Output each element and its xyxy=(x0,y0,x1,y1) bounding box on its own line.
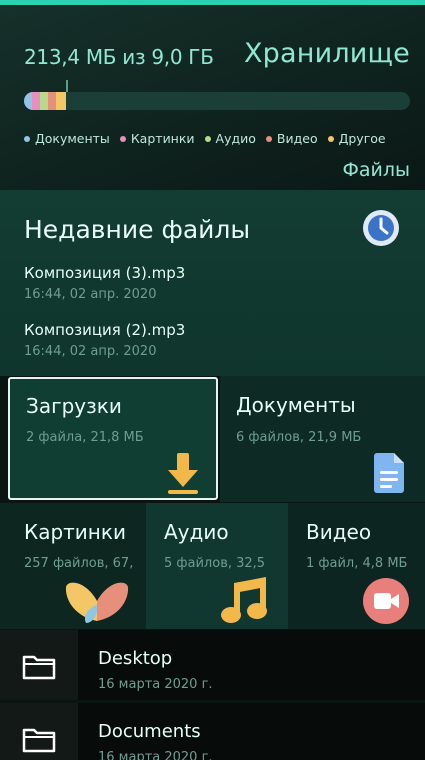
tile-subtitle: 2 файла, 21,8 МБ xyxy=(26,430,144,445)
usage-segment xyxy=(48,92,56,110)
tile-subtitle: 257 файлов, 67, xyxy=(24,556,134,571)
legend-dot xyxy=(327,135,334,142)
usage-segment xyxy=(40,92,48,110)
files-link[interactable]: Файлы xyxy=(343,159,411,181)
storage-legend: Документы Картинки Аудио Видео Другое xyxy=(24,131,386,146)
recent-file-item[interactable]: Композиция (2).mp3 16:44, 02 апр. 2020 xyxy=(24,321,185,359)
legend-item-pictures: Картинки xyxy=(119,131,195,146)
legend-dot xyxy=(24,135,30,142)
legend-dot xyxy=(119,135,126,142)
folder-icon-container xyxy=(0,703,78,760)
usage-segment xyxy=(56,92,66,110)
folder-icon xyxy=(22,655,56,680)
music-note-icon xyxy=(221,577,267,623)
legend-item-video: Видео xyxy=(265,131,318,146)
folder-icon xyxy=(22,728,56,753)
storage-panel[interactable]: 213,4 МБ из 9,0 ГБ Хранилище Документы К… xyxy=(0,5,425,190)
legend-label: Аудио xyxy=(215,131,256,146)
tile-audio[interactable]: Аудио 5 файлов, 32,5 xyxy=(146,503,288,629)
folder-name: Desktop xyxy=(98,648,173,669)
butterfly-icon xyxy=(65,582,129,623)
tile-subtitle: 1 файл, 4,8 МБ xyxy=(306,556,408,571)
tile-downloads[interactable]: Загрузки 2 файла, 21,8 МБ xyxy=(8,377,218,500)
recent-file-item[interactable]: Композиция (3).mp3 16:44, 02 апр. 2020 xyxy=(24,264,185,302)
folder-name: Documents xyxy=(98,721,201,742)
folder-icon-container xyxy=(0,630,78,700)
legend-item-documents: Документы xyxy=(24,131,110,146)
folder-date: 16 марта 2020 г. xyxy=(98,677,213,692)
recent-file-name: Композиция (3).mp3 xyxy=(24,264,186,282)
tile-title: Видео xyxy=(306,520,372,544)
tile-video[interactable]: Видео 1 файл, 4,8 МБ xyxy=(288,503,425,629)
legend-label: Документы xyxy=(35,131,110,146)
folder-date: 16 марта 2020 г. xyxy=(98,750,213,760)
storage-usage-text: 213,4 МБ из 9,0 ГБ xyxy=(24,45,214,69)
tile-subtitle: 5 файлов, 32,5 xyxy=(164,556,266,571)
tile-title: Загрузки xyxy=(26,394,122,418)
usage-segment xyxy=(24,92,32,110)
usage-segment xyxy=(32,92,40,110)
tile-title: Картинки xyxy=(24,520,126,544)
legend-item-other: Другое xyxy=(327,131,386,146)
folder-row-desktop[interactable]: Desktop 16 марта 2020 г. xyxy=(0,630,425,700)
recent-files-panel[interactable]: Недавние файлы Композиция (3).mp3 16:44,… xyxy=(0,190,425,376)
recent-file-date: 16:44, 02 апр. 2020 xyxy=(24,344,157,359)
folder-row-documents[interactable]: Documents 16 марта 2020 г. xyxy=(0,703,425,760)
usage-marker xyxy=(66,80,68,92)
legend-label: Другое xyxy=(338,131,386,146)
tile-title: Аудио xyxy=(164,520,229,544)
document-icon xyxy=(374,453,404,493)
legend-label: Видео xyxy=(276,131,318,146)
clock-icon[interactable] xyxy=(362,209,400,247)
storage-usage-bar xyxy=(24,92,410,110)
recent-file-name: Композиция (2).mp3 xyxy=(24,321,186,339)
recent-files-title: Недавние файлы xyxy=(24,215,251,244)
tile-title: Документы xyxy=(236,393,356,417)
tile-documents[interactable]: Документы 6 файлов, 21,9 МБ xyxy=(220,376,425,502)
tile-pictures[interactable]: Картинки 257 файлов, 67, xyxy=(0,503,146,629)
tile-subtitle: 6 файлов, 21,9 МБ xyxy=(236,430,362,445)
download-arrow-icon xyxy=(168,453,198,494)
legend-label: Картинки xyxy=(130,131,195,146)
video-camera-icon xyxy=(363,578,409,624)
legend-item-audio: Аудио xyxy=(204,131,256,146)
legend-dot xyxy=(204,135,211,142)
legend-dot xyxy=(265,135,272,142)
storage-title: Хранилище xyxy=(243,38,410,69)
recent-file-date: 16:44, 02 апр. 2020 xyxy=(24,287,157,302)
